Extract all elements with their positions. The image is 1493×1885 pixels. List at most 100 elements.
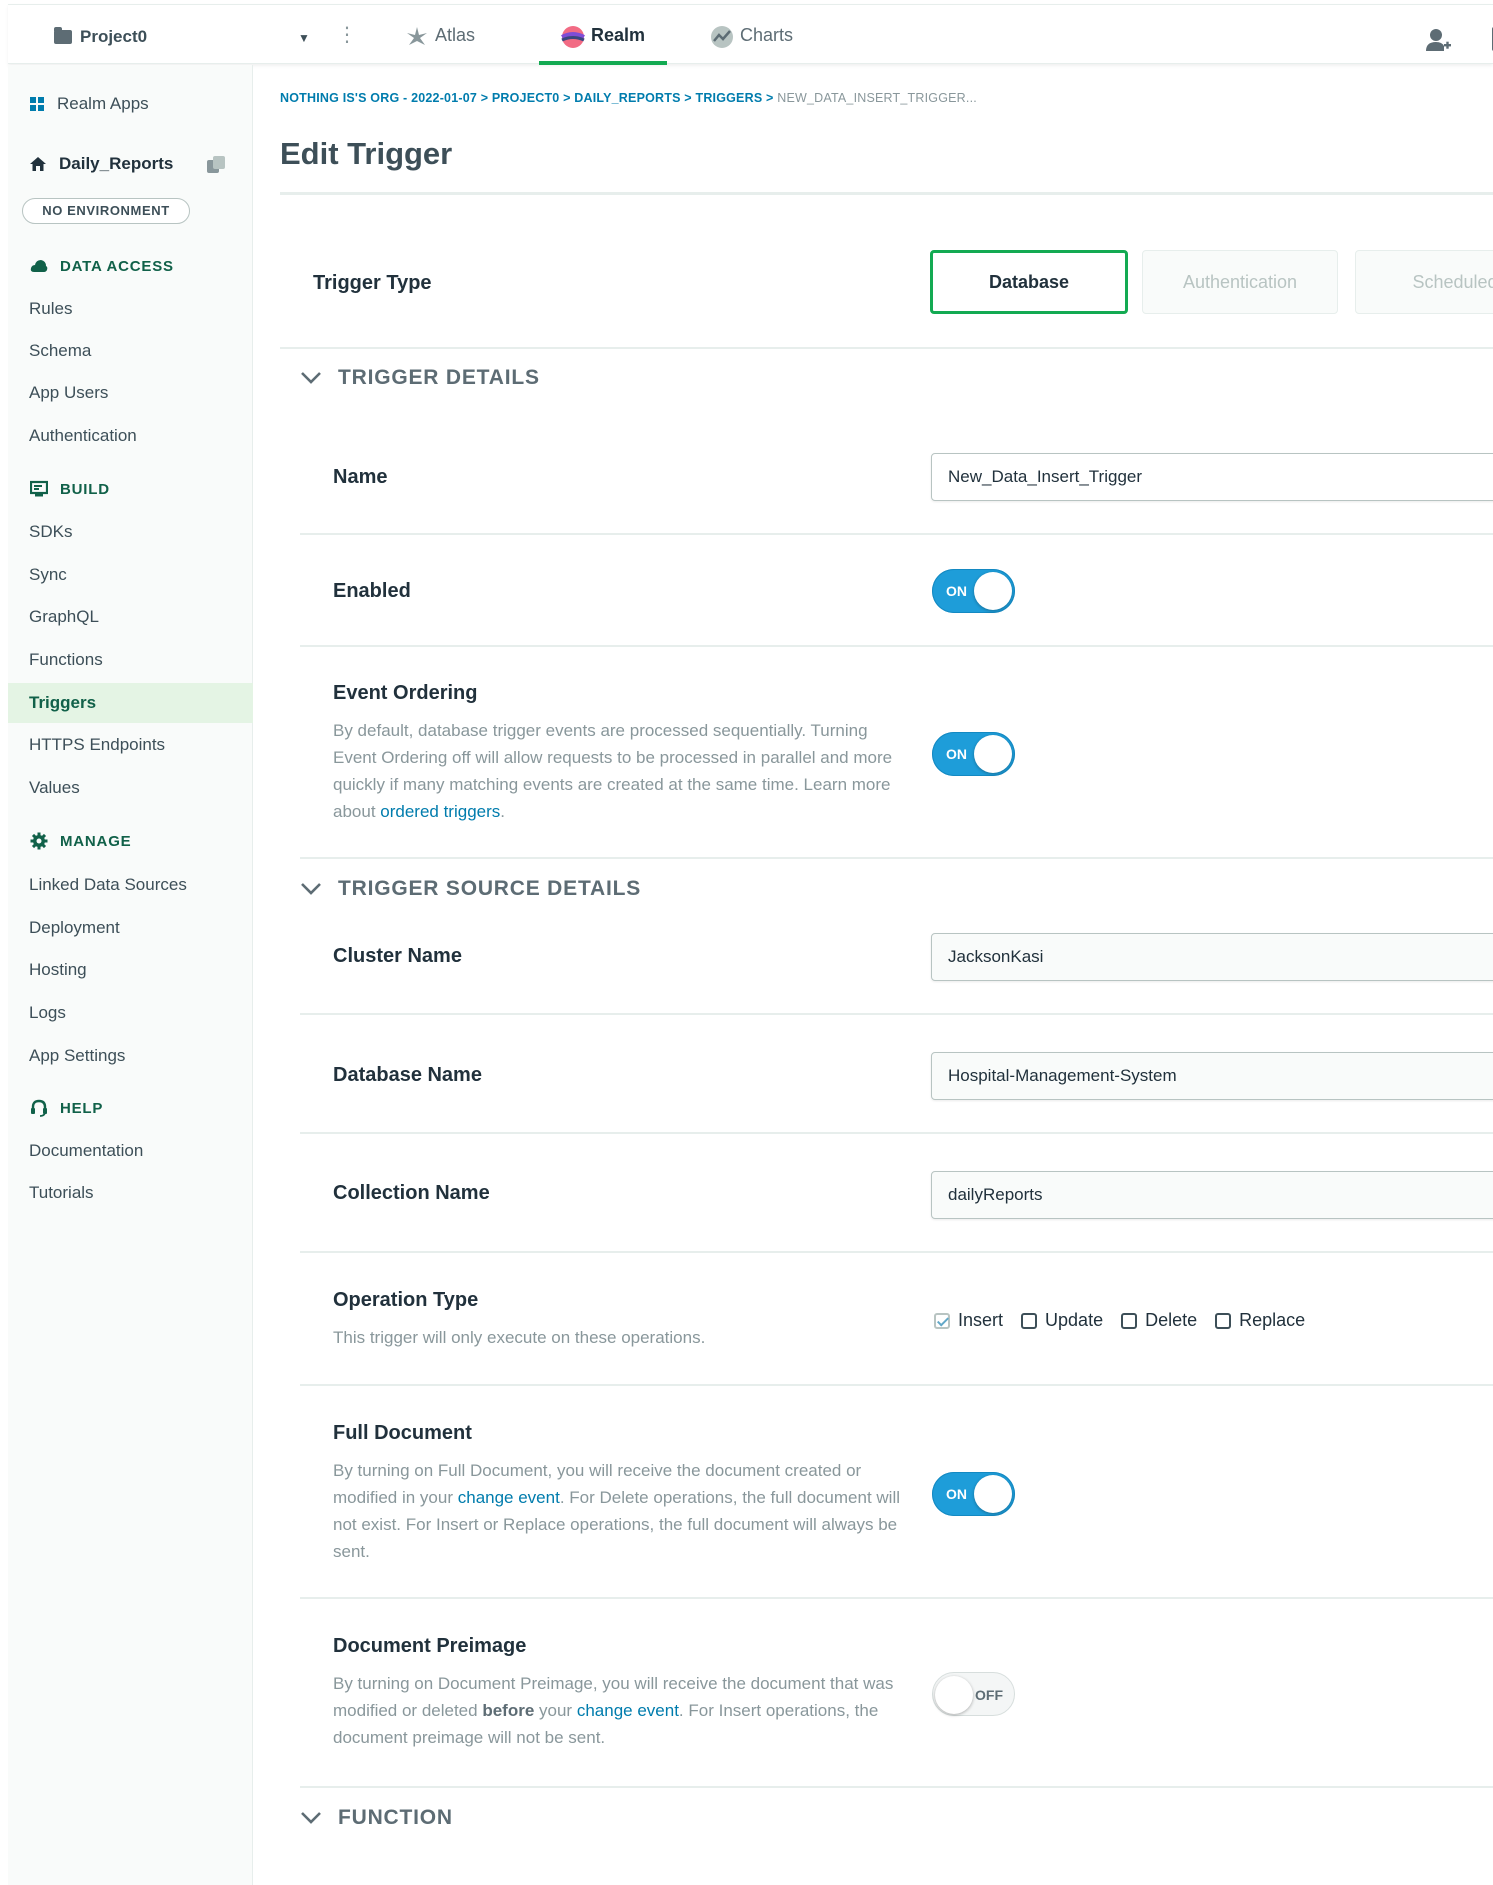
section-heading: BUILD xyxy=(60,480,110,498)
charts-icon xyxy=(711,26,733,48)
section-heading: MANAGE xyxy=(60,832,132,850)
sidebar-item-logs[interactable]: Logs xyxy=(8,993,253,1033)
realm-apps-label: Realm Apps xyxy=(57,94,149,113)
insert-label: Insert xyxy=(958,1310,1004,1330)
operation-type-options: Insert Update Delete Replace xyxy=(934,1310,1315,1331)
trigger-type-label: Trigger Type xyxy=(313,272,432,294)
copy-app-id-icon[interactable] xyxy=(205,155,227,175)
breadcrumb-path[interactable]: NOTHING IS'S ORG - 2022-01-07 > PROJECT0… xyxy=(280,91,774,105)
realm-apps-link[interactable]: Realm Apps xyxy=(29,94,149,114)
trigger-type-scheduled-button[interactable]: Scheduled xyxy=(1355,250,1493,314)
trigger-type-authentication-button[interactable]: Authentication xyxy=(1142,250,1338,314)
divider xyxy=(300,1384,1493,1386)
insert-checkbox[interactable] xyxy=(934,1312,950,1329)
ordered-triggers-link[interactable]: ordered triggers xyxy=(380,802,500,821)
tab-atlas[interactable]: Atlas xyxy=(383,21,497,65)
section-title: TRIGGER SOURCE DETAILS xyxy=(338,877,642,900)
section-manage: MANAGE xyxy=(30,832,131,850)
divider xyxy=(280,192,1493,195)
breadcrumb: NOTHING IS'S ORG - 2022-01-07 > PROJECT0… xyxy=(280,91,977,105)
sidebar-item-app-users[interactable]: App Users xyxy=(8,373,253,413)
divider xyxy=(300,1786,1493,1788)
toggle-knob xyxy=(974,735,1012,773)
toggle-state: ON xyxy=(946,746,967,762)
app-home-link[interactable]: Daily_Reports xyxy=(29,154,173,174)
section-data-access: DATA ACCESS xyxy=(30,257,174,275)
divider xyxy=(300,857,1493,859)
sidebar-item-functions[interactable]: Functions xyxy=(8,640,253,680)
sidebar-item-linked-data-sources[interactable]: Linked Data Sources xyxy=(8,865,253,905)
toggle-state: ON xyxy=(946,1486,967,1502)
toggle-knob xyxy=(935,1676,973,1714)
sidebar-item-values[interactable]: Values xyxy=(8,768,253,808)
sidebar-item-rules[interactable]: Rules xyxy=(8,289,253,329)
tab-realm[interactable]: Realm xyxy=(539,21,668,65)
name-label: Name xyxy=(333,466,388,488)
event-ordering-description: By default, database trigger events are … xyxy=(333,721,893,821)
divider xyxy=(300,645,1493,647)
page-title: Edit Trigger xyxy=(280,136,453,171)
toggle-state: ON xyxy=(946,583,967,599)
document-preimage-toggle[interactable]: OFF xyxy=(932,1672,1015,1716)
trigger-type-database-button[interactable]: Database xyxy=(930,250,1128,314)
divider xyxy=(280,347,1493,349)
sidebar-item-graphql[interactable]: GraphQL xyxy=(8,597,253,637)
delete-checkbox[interactable] xyxy=(1121,1312,1138,1329)
project-selector[interactable]: Project0 xyxy=(54,27,147,47)
gear-icon xyxy=(30,832,48,850)
sidebar-item-app-settings[interactable]: App Settings xyxy=(8,1036,253,1076)
name-input[interactable]: New_Data_Insert_Trigger xyxy=(931,453,1493,501)
section-title: FUNCTION xyxy=(338,1806,453,1829)
vertical-ellipsis-icon[interactable]: ⋮ xyxy=(337,25,357,45)
function-header[interactable]: FUNCTION xyxy=(300,1806,453,1830)
emphasis-text: before xyxy=(482,1701,535,1720)
atlas-leaf-icon xyxy=(407,27,427,45)
description-text: your xyxy=(534,1701,577,1720)
replace-checkbox[interactable] xyxy=(1215,1312,1232,1329)
cluster-name-select[interactable]: JacksonKasi xyxy=(931,933,1493,981)
apps-grid-icon xyxy=(30,97,44,111)
folder-icon xyxy=(54,27,72,44)
collection-name-select[interactable]: dailyReports xyxy=(931,1171,1493,1219)
sidebar-item-documentation[interactable]: Documentation xyxy=(8,1131,253,1171)
enabled-label: Enabled xyxy=(333,580,411,602)
document-preimage-description: By turning on Document Preimage, you wil… xyxy=(333,1670,903,1751)
full-document-toggle[interactable]: ON xyxy=(932,1472,1015,1516)
divider xyxy=(300,533,1493,535)
top-navigation-bar: Project0 ▼ ⋮ Atlas Realm Charts xyxy=(8,4,1493,65)
divider xyxy=(300,1132,1493,1134)
environment-badge[interactable]: NO ENVIRONMENT xyxy=(22,198,190,224)
document-preimage-label: Document Preimage xyxy=(333,1635,527,1657)
add-user-icon[interactable] xyxy=(1425,27,1451,53)
tab-charts[interactable]: Charts xyxy=(688,21,815,65)
sidebar-item-schema[interactable]: Schema xyxy=(8,331,253,371)
event-ordering-toggle[interactable]: ON xyxy=(932,732,1015,776)
sidebar-item-https-endpoints[interactable]: HTTPS Endpoints xyxy=(8,725,253,765)
trigger-source-details-header[interactable]: TRIGGER SOURCE DETAILS xyxy=(300,877,641,901)
operation-type-label: Operation Type xyxy=(333,1289,479,1311)
database-name-label: Database Name xyxy=(333,1064,482,1086)
sidebar-item-sdks[interactable]: SDKs xyxy=(8,512,253,552)
toggle-knob xyxy=(974,1475,1012,1513)
toggle-state: OFF xyxy=(975,1687,1003,1703)
change-event-link[interactable]: change event xyxy=(458,1488,560,1507)
sidebar-item-tutorials[interactable]: Tutorials xyxy=(8,1173,253,1213)
update-label: Update xyxy=(1045,1310,1104,1330)
tab-realm-label: Realm xyxy=(591,25,646,45)
enabled-toggle[interactable]: ON xyxy=(932,569,1015,613)
sidebar-item-authentication[interactable]: Authentication xyxy=(8,416,253,456)
database-name-select[interactable]: Hospital-Management-System xyxy=(931,1052,1493,1100)
sidebar-item-hosting[interactable]: Hosting xyxy=(8,950,253,990)
section-heading: DATA ACCESS xyxy=(60,257,174,275)
caret-down-icon[interactable]: ▼ xyxy=(298,31,310,45)
change-event-link[interactable]: change event xyxy=(577,1701,679,1720)
sidebar: Realm Apps Daily_Reports NO ENVIRONMENT … xyxy=(8,65,253,1885)
update-checkbox[interactable] xyxy=(1021,1312,1038,1329)
sidebar-item-triggers[interactable]: Triggers xyxy=(8,683,253,723)
sidebar-item-deployment[interactable]: Deployment xyxy=(8,908,253,948)
trigger-details-header[interactable]: TRIGGER DETAILS xyxy=(300,366,540,390)
collection-name-label: Collection Name xyxy=(333,1182,490,1204)
sidebar-item-sync[interactable]: Sync xyxy=(8,555,253,595)
full-document-label: Full Document xyxy=(333,1422,472,1444)
section-heading: HELP xyxy=(60,1099,104,1117)
